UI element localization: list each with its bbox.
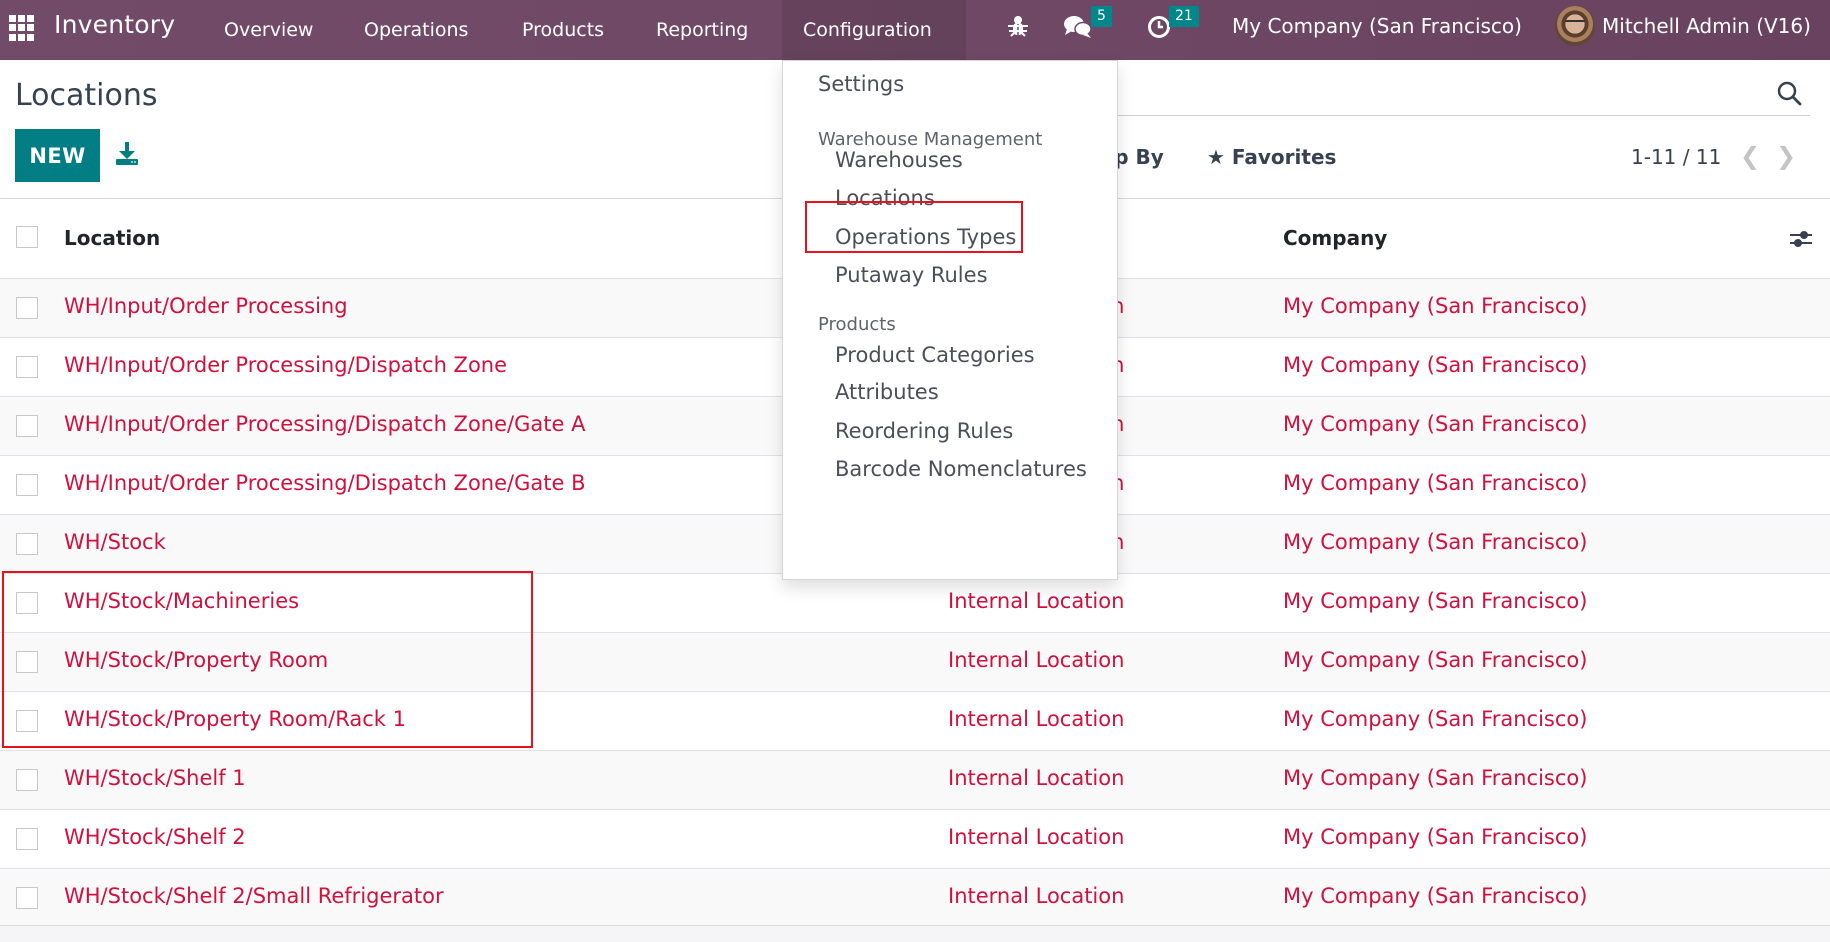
menu-overview[interactable]: Overview (203, 0, 334, 60)
location-name-cell[interactable]: WH/Stock/Shelf 2/Small Refrigerator (64, 884, 444, 908)
location-type-cell[interactable]: Internal Location (948, 648, 1124, 672)
company-cell[interactable]: My Company (San Francisco) (1283, 294, 1587, 318)
select-all-checkbox[interactable] (16, 226, 38, 248)
row-checkbox[interactable] (16, 592, 38, 614)
table-row[interactable]: WH/Stock/Property Room/Rack 1 Internal Lo… (0, 692, 1830, 751)
company-cell[interactable]: My Company (San Francisco) (1283, 648, 1587, 672)
menu-item-putaway-rules[interactable]: Putaway Rules (835, 263, 988, 287)
menu-item-attributes[interactable]: Attributes (835, 380, 939, 404)
location-name-cell[interactable]: WH/Stock/Property Room (64, 648, 328, 672)
row-checkbox[interactable] (16, 887, 38, 909)
optional-columns-icon[interactable] (1788, 226, 1814, 252)
menu-item-reordering-rules[interactable]: Reordering Rules (835, 419, 1013, 443)
user-avatar[interactable] (1555, 6, 1595, 46)
location-name-cell[interactable]: WH/Stock/Shelf 2 (64, 825, 246, 849)
menu-section-header: Warehouse Management (818, 129, 1043, 150)
company-cell[interactable]: My Company (San Francisco) (1283, 530, 1587, 554)
location-name-cell[interactable]: WH/Input/Order Processing/Dispatch Zone/… (64, 471, 585, 495)
table-footer (0, 925, 1830, 942)
table-row[interactable]: WH/Stock/Machineries Internal Location My … (0, 574, 1830, 633)
company-cell[interactable]: My Company (San Francisco) (1283, 766, 1587, 790)
favorites-button[interactable]: ★ Favorites (1207, 145, 1336, 169)
menu-configuration[interactable]: Configuration (782, 0, 966, 60)
row-checkbox[interactable] (16, 474, 38, 496)
location-name-cell[interactable]: WH/Input/Order Processing/Dispatch Zone/… (64, 412, 585, 436)
row-checkbox[interactable] (16, 710, 38, 732)
company-cell[interactable]: My Company (San Francisco) (1283, 353, 1587, 377)
app-name[interactable]: Inventory (54, 10, 175, 39)
row-checkbox[interactable] (16, 297, 38, 319)
table-row[interactable]: WH/Stock/Shelf 1 Internal Location My Comp… (0, 751, 1830, 810)
location-type-cell[interactable]: Internal Location (948, 825, 1124, 849)
company-cell[interactable]: My Company (San Francisco) (1283, 412, 1587, 436)
location-name-cell[interactable]: WH/Input/Order Processing (64, 294, 348, 318)
menu-item-locations[interactable]: Locations (835, 186, 935, 210)
company-switcher[interactable]: My Company (San Francisco) (1232, 14, 1522, 38)
location-name-cell[interactable]: WH/Stock/Machineries (64, 589, 299, 613)
pager-value[interactable]: 1-11 / 11 (1631, 145, 1721, 169)
menu-item-operations-types[interactable]: Operations Types (835, 225, 1016, 249)
column-header-company[interactable]: Company (1283, 226, 1387, 250)
table-row[interactable]: WH/Stock/Shelf 2/Small Refrigerator Inter… (0, 869, 1830, 928)
apps-menu-icon[interactable] (9, 15, 35, 41)
favorites-label: Favorites (1231, 145, 1337, 169)
search-input[interactable] (1034, 78, 1754, 108)
messages-count-badge: 5 (1091, 6, 1112, 27)
column-header-location[interactable]: Location (64, 226, 160, 250)
table-row[interactable]: WH/Stock/Shelf 2 Internal Location My Comp… (0, 810, 1830, 869)
company-cell[interactable]: My Company (San Francisco) (1283, 589, 1587, 613)
bug-icon[interactable] (1007, 14, 1029, 42)
pager-next-icon[interactable]: ❯ (1774, 142, 1798, 170)
location-type-cell[interactable]: Internal Location (948, 589, 1124, 613)
star-icon: ★ (1207, 145, 1225, 169)
row-checkbox[interactable] (16, 651, 38, 673)
location-type-cell[interactable]: Internal Location (948, 884, 1124, 908)
location-name-cell[interactable]: WH/Stock/Property Room/Rack 1 (64, 707, 406, 731)
new-button[interactable]: NEW (15, 129, 100, 182)
top-navbar: Inventory Overview Operations Products R… (0, 0, 1830, 60)
row-checkbox[interactable] (16, 828, 38, 850)
menu-item-barcode-nomenclatures[interactable]: Barcode Nomenclatures (835, 457, 1087, 481)
clock-icon[interactable] (1147, 15, 1171, 43)
location-type-cell[interactable]: Internal Location (948, 707, 1124, 731)
row-checkbox[interactable] (16, 769, 38, 791)
search-bar (1030, 72, 1810, 116)
company-cell[interactable]: My Company (San Francisco) (1283, 471, 1587, 495)
location-name-cell[interactable]: WH/Input/Order Processing/Dispatch Zone (64, 353, 507, 377)
configuration-dropdown-menu: Settings Warehouse Management Warehouses Lo… (782, 60, 1118, 580)
menu-item-warehouses[interactable]: Warehouses (835, 148, 963, 172)
company-cell[interactable]: My Company (San Francisco) (1283, 707, 1587, 731)
page-title: Locations (15, 78, 158, 113)
location-name-cell[interactable]: WH/Stock (64, 530, 166, 554)
search-icon[interactable] (1776, 80, 1802, 106)
menu-operations[interactable]: Operations (343, 0, 489, 60)
location-type-cell[interactable]: Internal Location (948, 766, 1124, 790)
menu-item-product-categories[interactable]: Product Categories (835, 343, 1035, 367)
menu-section-header: Products (818, 314, 896, 335)
menu-reporting[interactable]: Reporting (635, 0, 769, 60)
company-cell[interactable]: My Company (San Francisco) (1283, 825, 1587, 849)
row-checkbox[interactable] (16, 533, 38, 555)
location-name-cell[interactable]: WH/Stock/Shelf 1 (64, 766, 246, 790)
row-checkbox[interactable] (16, 356, 38, 378)
menu-products[interactable]: Products (501, 0, 625, 60)
user-menu[interactable]: Mitchell Admin (V16) (1602, 14, 1811, 38)
activities-count-badge: 21 (1169, 6, 1199, 27)
table-row[interactable]: WH/Stock/Property Room Internal Location M… (0, 633, 1830, 692)
menu-item-settings[interactable]: Settings (818, 72, 904, 96)
download-icon[interactable] (114, 141, 140, 167)
chat-bubbles-icon[interactable] (1063, 14, 1093, 44)
company-cell[interactable]: My Company (San Francisco) (1283, 884, 1587, 908)
pager-previous-icon[interactable]: ❮ (1738, 142, 1762, 170)
row-checkbox[interactable] (16, 415, 38, 437)
